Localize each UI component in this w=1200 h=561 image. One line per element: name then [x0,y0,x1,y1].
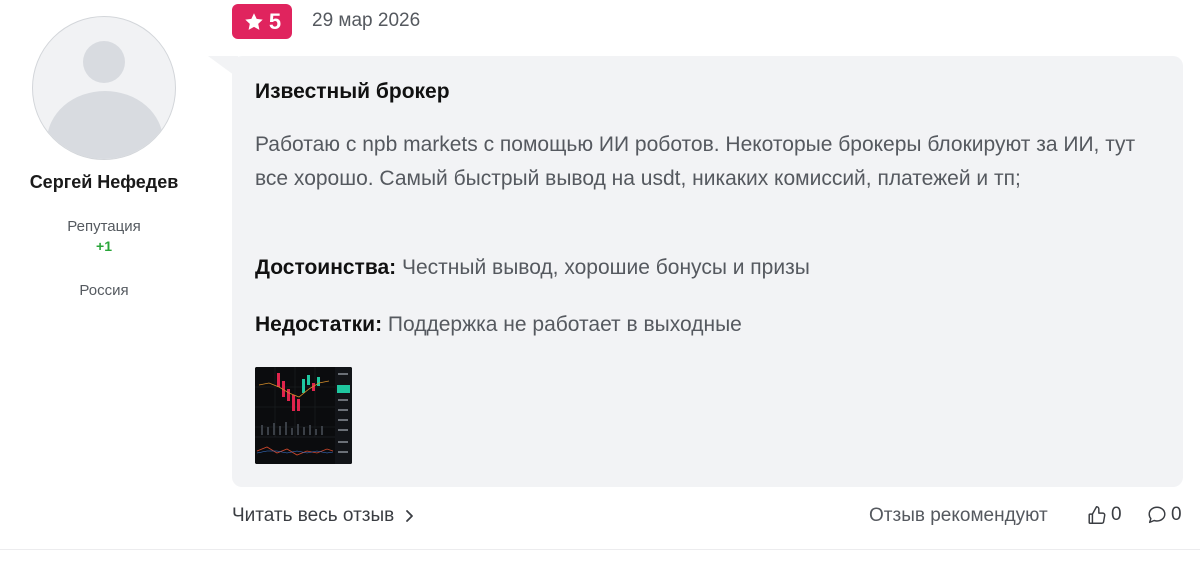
comment-icon [1148,506,1166,524]
chevron-right-icon [406,510,414,522]
review-title: Известный брокер [255,80,450,103]
comments-count: 0 [1171,504,1182,525]
star-icon [245,12,263,30]
thumbs-up-icon [1088,506,1106,524]
likes-count: 0 [1111,504,1122,525]
avatar[interactable] [32,16,176,160]
author-name[interactable]: Сергей Нефедев [0,172,208,193]
pros-label: Достоинства: [255,256,397,279]
review-text: Работаю с npb markets с помощью ИИ робот… [255,133,1136,190]
attachment-thumbnail[interactable] [255,367,352,464]
reputation-value: +1 [96,238,112,254]
comments-button[interactable]: 0 [1146,504,1182,526]
reputation-label: Репутация [67,218,141,235]
read-more-label: Читать весь отзыв [232,505,395,526]
divider [0,549,1200,550]
recommend-label: Отзыв рекомендуют [869,505,1048,526]
read-full-review-link[interactable]: Читать весь отзыв [232,505,414,527]
rating-value: 5 [268,8,282,34]
rating-badge: 5 [232,4,292,39]
trading-chart-image [255,367,352,464]
cons-label: Недостатки: [255,313,383,336]
author-country: Россия [79,282,129,299]
review-date: 29 мар 2026 [312,10,421,31]
review-pros: Достоинства: Честный вывод, хорошие бону… [255,256,810,280]
cons-text: Поддержка не работает в выходные [382,313,742,336]
avatar-placeholder-head [83,41,125,83]
like-button[interactable]: 0 [1086,504,1122,526]
review-cons: Недостатки: Поддержка не работает в выхо… [255,313,742,337]
avatar-placeholder-body [47,91,163,159]
pros-text: Честный вывод, хорошие бонусы и призы [396,256,810,279]
